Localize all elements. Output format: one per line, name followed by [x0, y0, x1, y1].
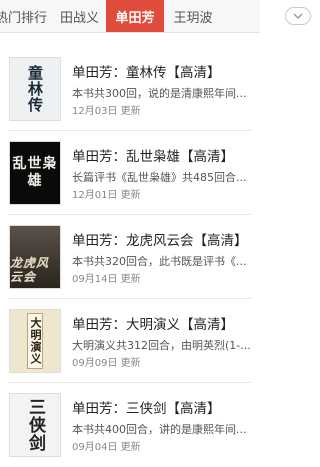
tab-wang-yuebo[interactable]: 王玥波 [164, 0, 222, 32]
tab-shan-tianfang[interactable]: 单田芳 [106, 0, 164, 32]
list-item[interactable]: 龙虎风云会 单田芳：龙虎风云会【高清】 本书共320回合，此书既是评书《... … [0, 215, 260, 299]
update-time: 09月04日 更新 [72, 442, 141, 453]
book-title: 单田芳：乱世枭雄【高清】 [72, 149, 234, 165]
chevron-down-icon [293, 13, 303, 19]
book-cover: 龙虎风云会 [9, 225, 61, 289]
book-title: 单田芳：三侠剑【高清】 [72, 401, 221, 417]
book-title: 单田芳：龙虎风云会【高清】 [72, 233, 248, 249]
book-cover: 童林传 [9, 57, 61, 121]
list-item[interactable]: 乱世枭雄 单田芳：乱世枭雄【高清】 长篇评书《乱世枭雄》共485回合... 12… [0, 131, 260, 215]
tab-tian-zhanyi[interactable]: 田战义 [53, 0, 106, 32]
book-description: 本书共320回合，此书既是评书《... [72, 255, 247, 268]
book-title: 单田芳：大明演义【高清】 [72, 317, 234, 333]
book-description: 本书共300回，说的是清康熙年间... [72, 87, 247, 100]
book-title: 单田芳：童林传【高清】 [72, 65, 221, 81]
book-cover: 乱世枭雄 [9, 141, 61, 205]
update-time: 12月03日 更新 [72, 106, 141, 117]
list-item[interactable]: 童林传 单田芳：童林传【高清】 本书共300回，说的是清康熙年间... 12月0… [0, 47, 260, 131]
book-description: 长篇评书《乱世枭雄》共485回合... [72, 171, 247, 184]
tab-hot-ranking[interactable]: 热门排行 [0, 0, 53, 32]
update-time: 12月01日 更新 [72, 190, 141, 201]
category-tab-bar: 热门排行 田战义 单田芳 王玥波 [0, 0, 260, 33]
list-item[interactable]: 大明演义 单田芳：大明演义【高清】 大明演义共312回合，由明英烈(1-... … [0, 299, 260, 383]
book-cover: 三侠剑 [9, 393, 61, 457]
update-time: 09月09日 更新 [72, 358, 141, 369]
book-list: 童林传 单田芳：童林传【高清】 本书共300回，说的是清康熙年间... 12月0… [0, 47, 260, 467]
list-item[interactable]: 三侠剑 单田芳：三侠剑【高清】 本书共400回合，讲的是康熙年间... 09月0… [0, 383, 260, 467]
book-description: 大明演义共312回合，由明英烈(1-... [72, 339, 251, 352]
more-categories-button[interactable] [285, 7, 311, 25]
book-description: 本书共400回合，讲的是康熙年间... [72, 423, 247, 436]
book-cover: 大明演义 [9, 309, 61, 373]
update-time: 09月14日 更新 [72, 274, 141, 285]
